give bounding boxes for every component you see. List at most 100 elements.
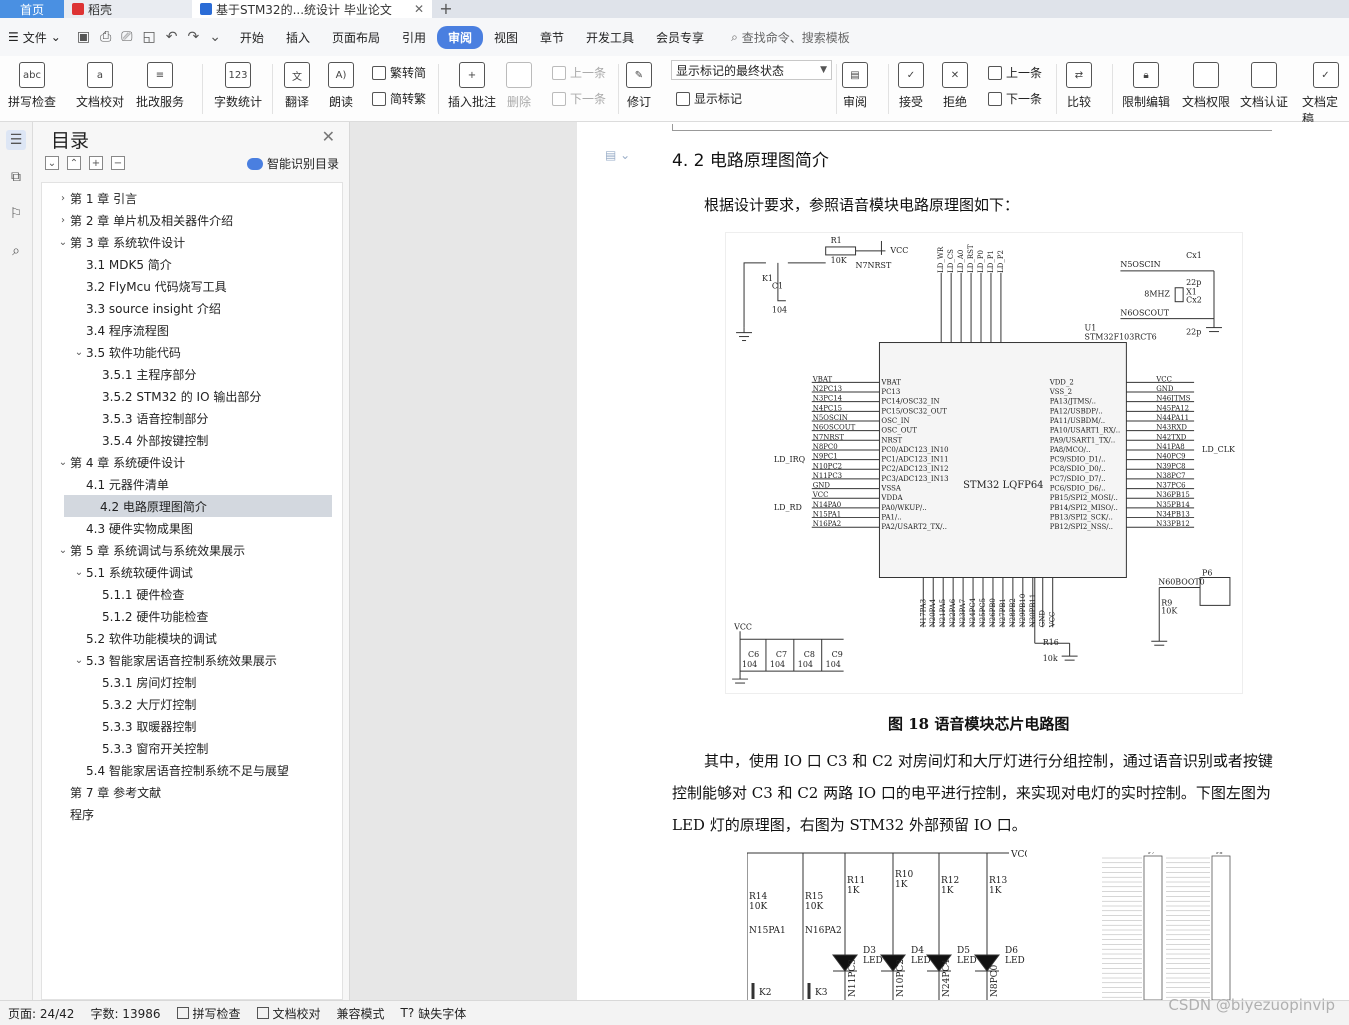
doc-final-button[interactable]: ✓ 文档定稿: [1302, 62, 1349, 127]
command-search[interactable]: ⌕ 查找命令、搜索模板: [731, 29, 850, 46]
next-comment-button[interactable]: 下一条: [552, 90, 606, 107]
toc-item[interactable]: › 第 1 章 引言: [42, 187, 342, 209]
toc-item[interactable]: 5.3.2 大厅灯控制: [42, 693, 342, 715]
toc-item[interactable]: 4.3 硬件实物成果图: [42, 517, 342, 539]
read-aloud-button[interactable]: A) 朗读: [328, 62, 354, 110]
revise-button[interactable]: ✎ 修订: [626, 62, 652, 110]
doc-permission-button[interactable]: 文档权限: [1182, 62, 1230, 110]
spell-check-button[interactable]: abc 拼写检查: [8, 62, 56, 110]
status-spell-check[interactable]: 拼写检查: [169, 1005, 249, 1022]
toc-item[interactable]: 3.3 source insight 介绍: [42, 297, 342, 319]
file-menu[interactable]: ☰ 文件 ⌄: [0, 29, 69, 46]
insert-comment-button[interactable]: + 插入批注: [448, 62, 496, 110]
menu-tab-start[interactable]: 开始: [229, 26, 275, 49]
chevron-icon[interactable]: ⌄: [72, 347, 86, 358]
prev-comment-button[interactable]: 上一条: [552, 64, 606, 81]
menu-tab-review[interactable]: 审阅: [436, 25, 483, 49]
export-pdf-icon[interactable]: ⎙: [100, 29, 111, 45]
toc-item[interactable]: 5.1.1 硬件检查: [42, 583, 342, 605]
smart-toc-button[interactable]: 智能识别目录: [246, 155, 339, 172]
tab-daoke[interactable]: 稻壳: [64, 0, 192, 18]
chevron-icon[interactable]: ⌄: [56, 237, 70, 248]
menu-tab-devtools[interactable]: 开发工具: [575, 26, 645, 49]
close-tab-icon[interactable]: ✕: [414, 2, 424, 16]
more-icon[interactable]: ⌄: [209, 29, 221, 45]
add-icon[interactable]: +: [89, 156, 103, 170]
toc-item[interactable]: 4.2 电路原理图简介: [64, 495, 332, 517]
toc-panel-icon[interactable]: ☰: [6, 130, 26, 150]
menu-tab-layout[interactable]: 页面布局: [321, 26, 391, 49]
save-icon[interactable]: ▣: [77, 29, 90, 45]
toc-item[interactable]: 5.3.3 窗帘开关控制: [42, 737, 342, 759]
expand-icon[interactable]: ⌃: [67, 156, 81, 170]
delete-comment-button[interactable]: 删除: [506, 62, 532, 110]
doc-cert-button[interactable]: 文档认证: [1240, 62, 1288, 110]
toc-item[interactable]: 5.1.2 硬件功能检查: [42, 605, 342, 627]
toc-item[interactable]: 4.1 元器件清单: [42, 473, 342, 495]
remove-icon[interactable]: −: [111, 156, 125, 170]
bookmark-icon[interactable]: ⚐: [6, 204, 26, 224]
chevron-icon[interactable]: ⌄: [56, 545, 70, 556]
review-pane-button[interactable]: ▤ 审阅: [842, 62, 868, 110]
toc-item[interactable]: ⌄ 第 5 章 系统调试与系统效果展示: [42, 539, 342, 561]
toc-item[interactable]: › 第 2 章 单片机及相关器件介绍: [42, 209, 342, 231]
tab-home[interactable]: 首页: [0, 0, 64, 18]
toc-item[interactable]: 3.5.4 外部按键控制: [42, 429, 342, 451]
chevron-icon[interactable]: ›: [56, 215, 70, 226]
chevron-icon[interactable]: ›: [56, 193, 70, 204]
trad-to-simp-button[interactable]: 繁转简: [372, 64, 426, 81]
tab-document[interactable]: 基于STM32的...统设计 毕业论文 ✕: [192, 0, 432, 18]
toc-item[interactable]: 程序: [42, 803, 342, 825]
redo-icon[interactable]: ↷: [187, 29, 199, 45]
toc-item[interactable]: 5.4 智能家居语音控制系统不足与展望: [42, 759, 342, 781]
new-tab-button[interactable]: +: [432, 0, 460, 18]
menu-tab-chapter[interactable]: 章节: [529, 26, 575, 49]
toc-item[interactable]: 5.2 软件功能模块的调试: [42, 627, 342, 649]
toc-item[interactable]: ⌄ 5.1 系统软硬件调试: [42, 561, 342, 583]
toc-item[interactable]: 3.5.1 主程序部分: [42, 363, 342, 385]
toc-item[interactable]: 3.5.2 STM32 的 IO 输出部分: [42, 385, 342, 407]
print-preview-icon[interactable]: ◱: [142, 29, 155, 45]
toc-item[interactable]: 第 7 章 参考文献: [42, 781, 342, 803]
toc-item[interactable]: 5.3.3 取暖器控制: [42, 715, 342, 737]
simp-to-trad-button[interactable]: 简转繁: [372, 90, 426, 107]
batch-service-button[interactable]: ≡ 批改服务: [136, 62, 184, 110]
undo-icon[interactable]: ↶: [166, 29, 178, 45]
translate-button[interactable]: 文翻译: [284, 62, 310, 110]
print-icon[interactable]: ⎚: [121, 29, 132, 45]
menu-tab-view[interactable]: 视图: [483, 26, 529, 49]
prev-change-button[interactable]: 上一条: [988, 64, 1042, 81]
close-icon[interactable]: ✕: [322, 127, 335, 146]
compat-mode[interactable]: 兼容模式: [329, 1005, 393, 1022]
doc-nav-icon[interactable]: ▤ ⌄: [605, 148, 630, 162]
chevron-icon[interactable]: ⌄: [56, 457, 70, 468]
doc-proof-button[interactable]: a 文档校对: [76, 62, 124, 110]
accept-button[interactable]: ✓ 接受: [898, 62, 924, 110]
menu-tab-member[interactable]: 会员专享: [645, 26, 715, 49]
toc-item[interactable]: 3.4 程序流程图: [42, 319, 342, 341]
missing-font[interactable]: T? 缺失字体: [393, 1005, 475, 1022]
toc-item[interactable]: 5.3.1 房间灯控制: [42, 671, 342, 693]
word-count-indicator[interactable]: 字数: 13986: [82, 1005, 168, 1022]
toc-item[interactable]: ⌄ 5.3 智能家居语音控制系统效果展示: [42, 649, 342, 671]
toc-item[interactable]: ⌄ 第 4 章 系统硬件设计: [42, 451, 342, 473]
menu-tab-reference[interactable]: 引用: [391, 26, 437, 49]
restrict-edit-button[interactable]: 🔒︎ 限制编辑: [1122, 62, 1170, 110]
navigation-icon[interactable]: ⧉: [6, 167, 26, 187]
markup-mode-select[interactable]: 显示标记的最终状态 ▼: [671, 60, 832, 80]
collapse-all-icon[interactable]: ⌄: [45, 156, 59, 170]
menu-tab-insert[interactable]: 插入: [275, 26, 321, 49]
search-icon[interactable]: ⌕: [6, 241, 26, 261]
show-marks-button[interactable]: 显示标记: [676, 90, 742, 107]
toc-item[interactable]: ⌄ 第 3 章 系统软件设计: [42, 231, 342, 253]
toc-item[interactable]: ⌄ 3.5 软件功能代码: [42, 341, 342, 363]
reject-button[interactable]: ✕ 拒绝: [942, 62, 968, 110]
toc-item[interactable]: 3.2 FlyMcu 代码烧写工具: [42, 275, 342, 297]
page-indicator[interactable]: 页面: 24/42: [0, 1005, 82, 1022]
compare-button[interactable]: ⇄ 比较: [1066, 62, 1092, 110]
toc-item[interactable]: 3.1 MDK5 简介: [42, 253, 342, 275]
toc-item[interactable]: 3.5.3 语音控制部分: [42, 407, 342, 429]
next-change-button[interactable]: 下一条: [988, 90, 1042, 107]
chevron-icon[interactable]: ⌄: [72, 655, 86, 666]
word-count-button[interactable]: 123 字数统计: [214, 62, 262, 110]
